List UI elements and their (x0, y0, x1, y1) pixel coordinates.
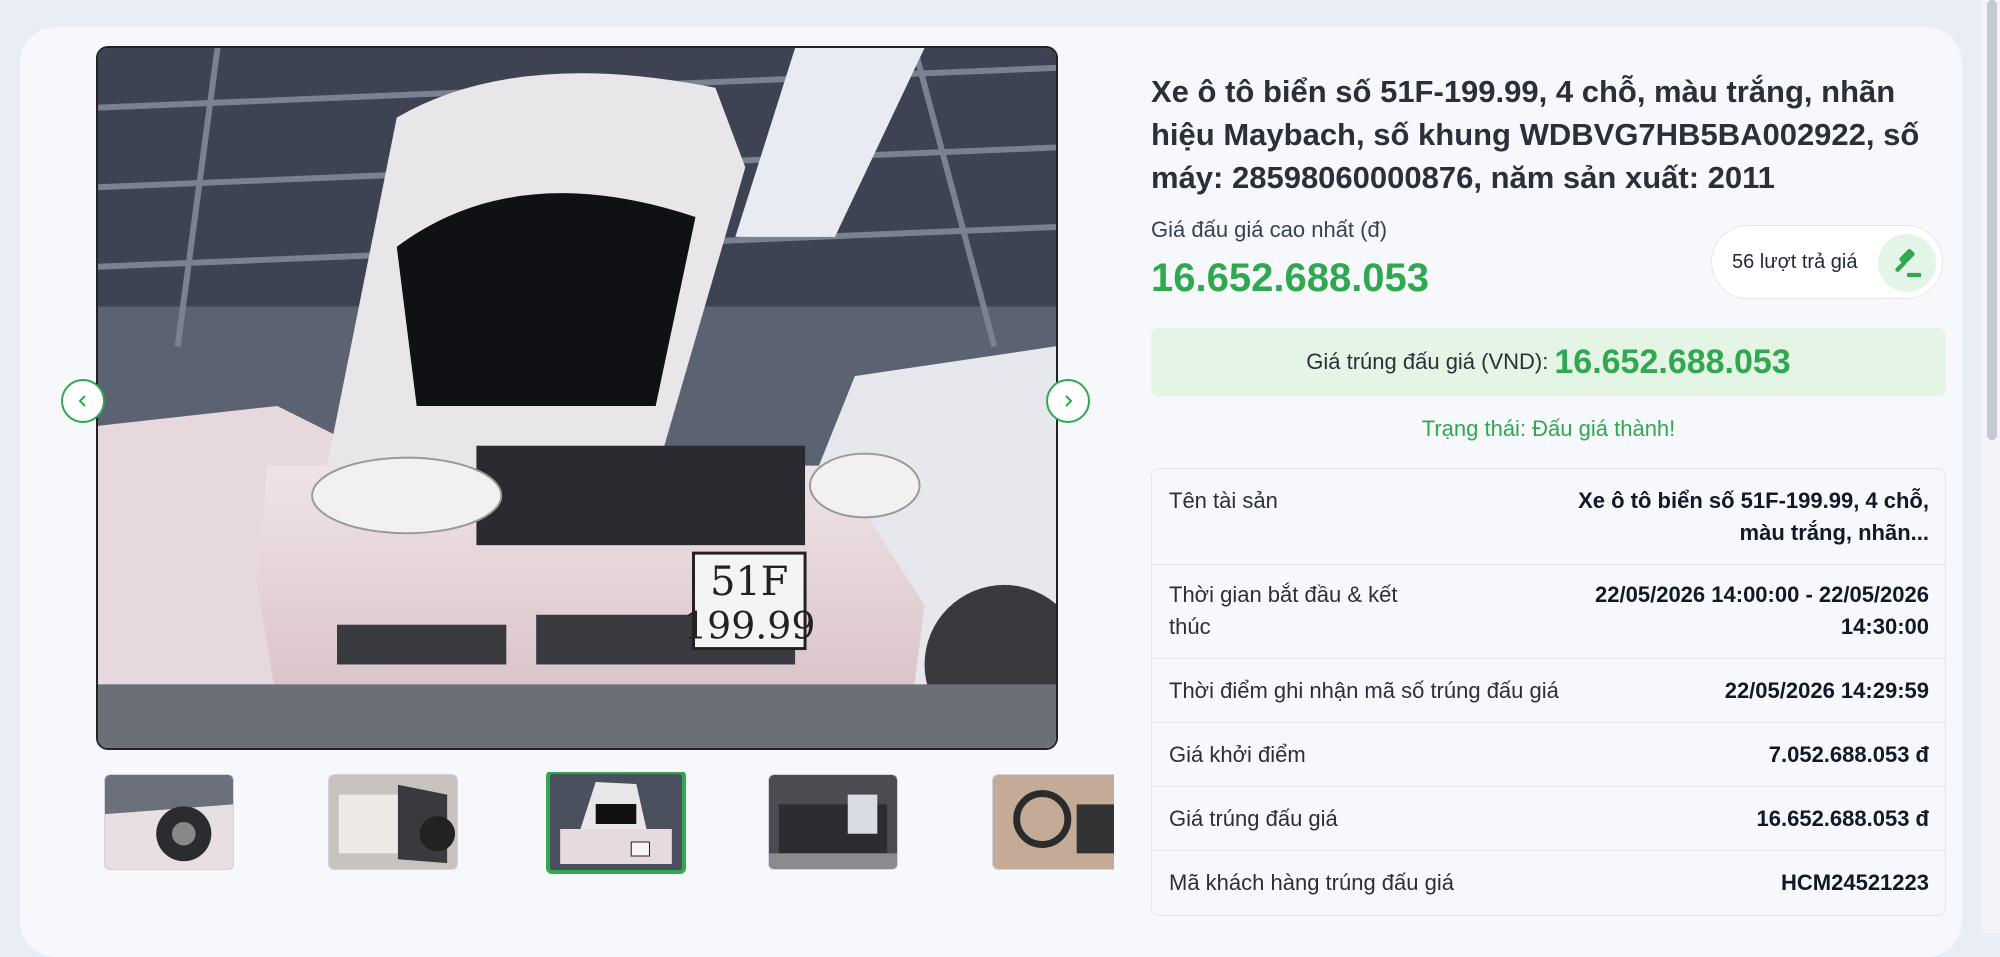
detail-value: 22/05/2026 14:00:00 - 22/05/2026 14:30:0… (1595, 582, 1929, 639)
detail-value: Xe ô tô biển số 51F-199.99, 4 chỗ, màu t… (1578, 488, 1929, 545)
detail-row-time-range: Thời gian bắt đầu & kết thúc 22/05/2026 … (1152, 565, 1945, 659)
thumbnail-image (769, 775, 897, 869)
detail-label: Thời điểm ghi nhận mã số trúng đấu giá (1169, 678, 1559, 703)
detail-label: Thời gian bắt đầu & kết thúc (1169, 582, 1398, 639)
highest-bid-label: Giá đấu giá cao nhất (đ) (1151, 217, 1388, 242)
detail-value: 16.652.688.053 đ (1756, 806, 1929, 831)
thumbnail-image (993, 775, 1114, 869)
plate-line-2: 199.99 (683, 604, 815, 648)
detail-row-winning-code-time: Thời điểm ghi nhận mã số trúng đấu giá 2… (1152, 659, 1945, 723)
winning-price-label: Giá trúng đấu giá (VND): (1306, 349, 1549, 374)
chevron-right-icon (1065, 395, 1073, 407)
detail-label: Giá khởi điểm (1169, 742, 1306, 767)
main-car-image[interactable]: 51F 199.99 (96, 46, 1058, 750)
detail-label: Tên tài sản (1169, 488, 1278, 513)
detail-row-starting-price: Giá khởi điểm 7.052.688.053 đ (1152, 723, 1945, 787)
winning-price-box: Giá trúng đấu giá (VND): 16.652.688.053 (1151, 328, 1946, 396)
thumbnail-trunk[interactable] (768, 774, 898, 870)
prev-image-button[interactable] (61, 379, 105, 423)
thumbnail-open-door[interactable] (328, 774, 458, 870)
thumbnail-image (329, 775, 457, 869)
bids-count-pill[interactable]: 56 lượt trả giá (1711, 225, 1943, 299)
asset-title: Xe ô tô biển số 51F-199.99, 4 chỗ, màu t… (1151, 74, 1920, 195)
thumbnail-interior[interactable] (992, 774, 1114, 870)
thumbnail-strip (104, 772, 1114, 878)
chevron-left-icon (78, 395, 86, 407)
detail-row-winner-code: Mã khách hàng trúng đấu giá HCM24521223 (1152, 851, 1945, 915)
thumbnail-wheel[interactable] (104, 774, 234, 870)
detail-label: Giá trúng đấu giá (1169, 806, 1338, 831)
scrollbar-thumb[interactable] (1987, 0, 1997, 440)
vertical-scrollbar[interactable] (1982, 0, 2000, 933)
detail-value: HCM24521223 (1781, 870, 1929, 895)
winning-price-value: 16.652.688.053 (1554, 342, 1791, 381)
next-image-button[interactable] (1046, 379, 1090, 423)
thumbnail-front-hood[interactable] (546, 772, 686, 874)
thumbnail-image (550, 774, 682, 870)
asset-details-table: Tên tài sản Xe ô tô biển số 51F-199.99, … (1151, 468, 1946, 916)
car-photo: 51F 199.99 (98, 48, 1056, 748)
thumbnail-image (105, 775, 233, 869)
detail-row-asset-name: Tên tài sản Xe ô tô biển số 51F-199.99, … (1152, 469, 1945, 565)
bids-count-text: 56 lượt trả giá (1732, 250, 1858, 273)
detail-label: Mã khách hàng trúng đấu giá (1169, 870, 1454, 895)
highest-bid-value: 16.652.688.053 (1151, 256, 1430, 300)
detail-row-winning-price: Giá trúng đấu giá 16.652.688.053 đ (1152, 787, 1945, 851)
detail-value: 7.052.688.053 đ (1768, 742, 1929, 767)
detail-value: 22/05/2026 14:29:59 (1724, 678, 1929, 703)
gavel-icon (1878, 234, 1936, 292)
auction-status: Trạng thái: Đấu giá thành! (1421, 416, 1676, 441)
plate-line-1: 51F (710, 559, 788, 605)
